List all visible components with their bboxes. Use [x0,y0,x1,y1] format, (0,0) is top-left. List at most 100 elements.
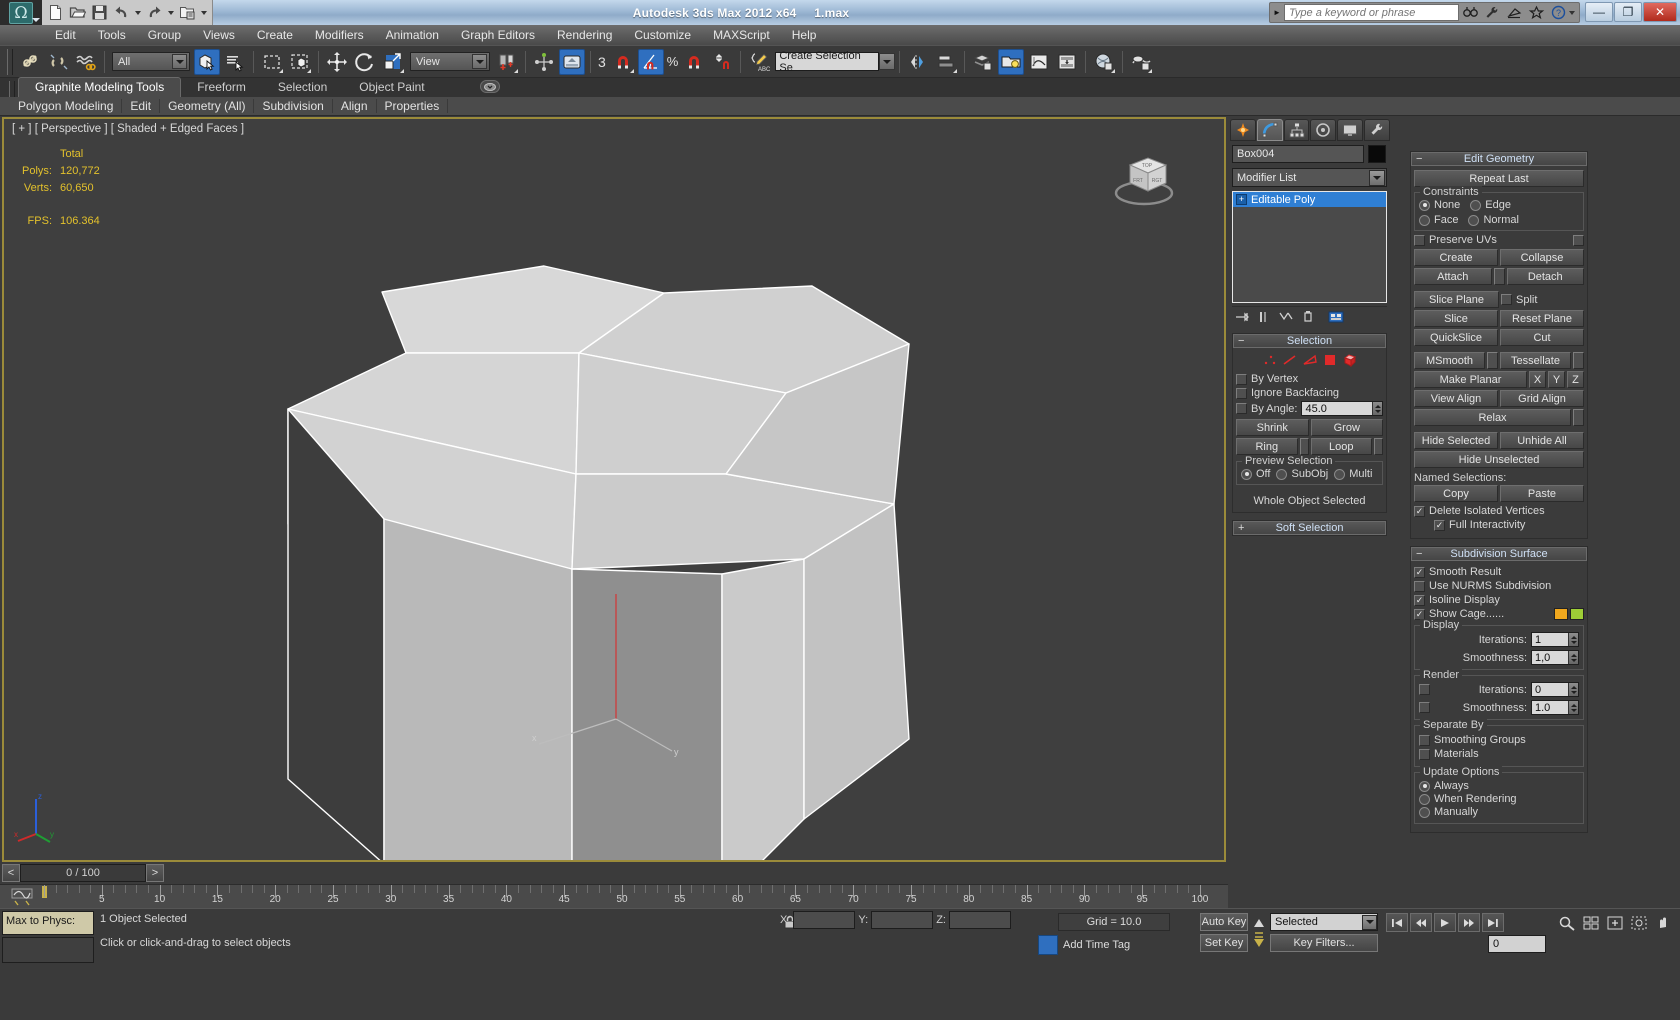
selection-rollout-collapse-icon[interactable]: − [1238,335,1244,348]
by-vertex-checkbox[interactable]: By Vertex [1236,373,1383,385]
qat-dropdown-caret-icon[interactable] [201,10,207,15]
update-when-rendering-radio-box[interactable] [1419,793,1430,805]
select-and-scale-icon[interactable] [380,49,406,75]
full-interactivity-checkbox-box[interactable] [1434,519,1445,531]
angle-snap-toggle-icon[interactable] [637,48,664,75]
constraint-face-radio-box[interactable] [1419,214,1430,226]
preview-off-radio-box[interactable] [1241,468,1252,480]
by-angle-checkbox-box[interactable] [1236,403,1247,414]
render-iterations-spinner[interactable]: 0 [1531,682,1579,697]
menu-item-help[interactable]: Help [781,26,828,44]
expand-plus-icon[interactable]: + [1236,194,1247,205]
search-icon[interactable] [1459,3,1481,22]
show-cage-checkbox-box[interactable] [1414,608,1425,620]
previous-frame-button[interactable]: < [2,864,20,882]
unhide-all-button[interactable]: Unhide All [1500,432,1584,449]
set-project-folder-icon[interactable] [179,4,196,21]
collapse-button[interactable]: Collapse [1500,249,1584,266]
preserve-uvs-settings-icon[interactable] [1573,234,1584,246]
tab-graphite-modeling-tools[interactable]: Graphite Modeling Tools [18,77,182,97]
preview-subobj-radio-box[interactable] [1276,468,1288,480]
split-checkbox-box[interactable] [1501,294,1512,305]
box004-mesh[interactable]: x y [4,119,1226,862]
separate-materials-checkbox-box[interactable] [1419,748,1430,760]
infocenter-expand-caret-icon[interactable]: ► [1270,8,1284,17]
make-unique-icon[interactable] [1276,308,1296,325]
help-question-icon[interactable]: ? [1547,3,1569,22]
percent-snap-toggle-icon[interactable] [681,49,707,75]
render-smoothness-checkbox-box[interactable] [1419,702,1430,713]
selection-rollout-title[interactable]: − Selection [1233,334,1386,348]
isoline-display-checkbox[interactable]: Isoline Display [1414,594,1584,606]
open-mini-curve-editor-icon[interactable] [10,886,34,906]
edit-geometry-collapse-icon[interactable]: − [1416,153,1422,166]
current-frame-display[interactable]: 0 / 100 [20,864,146,882]
redo-dropdown-caret-icon[interactable] [168,10,174,15]
copy-button[interactable]: Copy [1414,485,1498,502]
key-filter-caret-icon[interactable] [1362,914,1377,930]
tessellate-settings-icon[interactable] [1573,352,1584,369]
ribbon-panel-edit[interactable]: Edit [122,99,161,113]
constraint-none-radio-box[interactable] [1419,199,1430,211]
quickslice-button[interactable]: QuickSlice [1414,329,1498,346]
modifier-stack-item-editable-poly[interactable]: + Editable Poly [1233,192,1386,207]
edge-icon[interactable] [1282,353,1298,367]
update-when-rendering-radio[interactable]: When Rendering [1419,793,1579,805]
next-frame-button[interactable]: > [146,864,164,882]
menu-item-modifiers[interactable]: Modifiers [304,26,375,44]
selection-filter-combo[interactable]: All [112,52,190,71]
edit-named-selection-sets-icon[interactable]: ABC [746,49,772,75]
select-object-icon[interactable] [194,48,220,75]
ribbon-panel-align[interactable]: Align [333,99,377,113]
preview-off-radio[interactable]: Off [1241,468,1270,480]
delete-isolated-vertices-checkbox[interactable]: Delete Isolated Vertices [1414,505,1584,517]
hide-unselected-button[interactable]: Hide Unselected [1414,451,1584,468]
select-by-name-icon[interactable] [222,49,248,75]
reset-plane-button[interactable]: Reset Plane [1500,310,1584,327]
named-selection-sets-input[interactable]: Create Selection Se [775,50,880,74]
show-end-result-icon[interactable] [1254,308,1274,325]
schematic-view-icon[interactable] [1054,49,1080,75]
reference-coordinate-system-combo[interactable]: View [410,52,490,71]
ribbon-expand-toggle-icon[interactable] [480,80,500,93]
menu-item-create[interactable]: Create [246,26,304,44]
menu-item-maxscript[interactable]: MAXScript [702,26,781,44]
subscription-wrench-icon[interactable] [1481,3,1503,22]
subdivision-surface-collapse-icon[interactable]: − [1416,548,1422,561]
split-checkbox[interactable]: Split [1501,292,1584,307]
window-crossing-icon[interactable] [287,49,313,75]
material-editor-icon[interactable] [1091,49,1117,75]
toolbar-grip[interactable] [7,48,13,75]
selection-filter-caret-icon[interactable] [172,54,187,69]
separate-smoothing-groups-checkbox-box[interactable] [1419,734,1430,746]
maxscript-input-area[interactable] [2,937,94,963]
create-button[interactable]: Create [1414,249,1498,266]
render-iterations-arrows-icon[interactable] [1568,683,1578,696]
modifier-list-caret-icon[interactable] [1369,169,1385,186]
curve-editor-icon[interactable] [1026,49,1052,75]
key-filters-button[interactable]: Key Filters... [1270,934,1378,952]
menu-item-graph-editors[interactable]: Graph Editors [450,26,546,44]
soft-selection-expand-icon[interactable]: + [1238,522,1244,535]
orbit-icon[interactable] [1676,913,1680,932]
reference-coord-caret-icon[interactable] [472,54,487,69]
relax-settings-icon[interactable] [1573,409,1584,426]
add-time-tag-area[interactable]: Add Time Tag [1038,935,1188,955]
menu-item-edit[interactable]: Edit [44,26,87,44]
menu-item-customize[interactable]: Customize [623,26,702,44]
border-icon[interactable] [1302,353,1318,367]
update-always-radio-box[interactable] [1419,780,1430,792]
preview-multi-radio-box[interactable] [1334,468,1346,480]
use-pivot-point-center-icon[interactable] [494,49,520,75]
zoom-extents-icon[interactable] [1604,913,1626,932]
isoline-display-checkbox-box[interactable] [1414,594,1425,606]
render-iterations-checkbox-box[interactable] [1419,684,1430,695]
update-manually-radio-box[interactable] [1419,806,1430,818]
paste-button[interactable]: Paste [1500,485,1584,502]
render-smoothness-spinner[interactable]: 1.0 [1531,700,1579,715]
separate-smoothing-groups-checkbox[interactable]: Smoothing Groups [1419,734,1579,746]
hide-selected-button[interactable]: Hide Selected [1414,432,1498,449]
bind-to-space-warp-icon[interactable] [73,49,99,75]
make-planar-y-button[interactable]: Y [1548,371,1565,388]
hierarchy-tab[interactable] [1283,119,1310,141]
